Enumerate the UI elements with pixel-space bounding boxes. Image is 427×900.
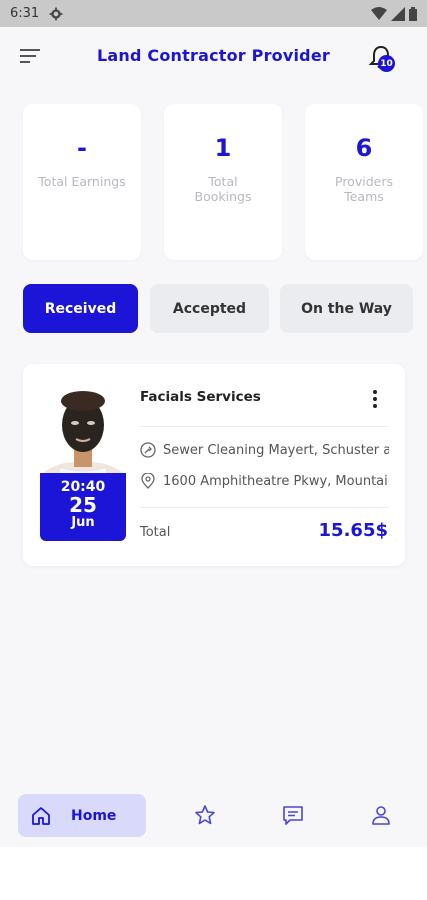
system-navigation-bar — [0, 847, 427, 900]
booking-month: Jun — [71, 515, 95, 530]
wrench-icon — [140, 442, 156, 458]
profile-user-icon[interactable] — [370, 804, 392, 826]
total-label: Total — [140, 525, 171, 540]
stat-label: Providers Teams — [335, 174, 393, 204]
tab-on-the-way[interactable]: On the Way — [280, 284, 413, 333]
favorites-star-icon[interactable] — [194, 804, 216, 826]
tab-accepted[interactable]: Accepted — [150, 284, 269, 333]
wifi-icon — [371, 6, 387, 20]
stat-label: Total Earnings — [38, 174, 126, 189]
service-category-text: Sewer Cleaning Mayert, Schuster and — [163, 442, 389, 458]
stat-card-earnings: - Total Earnings — [23, 104, 141, 260]
divider — [140, 507, 389, 508]
stat-value: 1 — [214, 134, 232, 162]
location-pin-icon — [141, 473, 155, 489]
stat-value: - — [77, 134, 87, 162]
total-value: 15.65$ — [318, 520, 388, 541]
status-icons — [371, 6, 417, 21]
stat-value: 6 — [355, 134, 373, 162]
booking-card[interactable]: 20:40 25 Jun Facials Services Sewer Clea… — [23, 364, 405, 566]
stat-card-teams: 6 Providers Teams — [305, 104, 423, 260]
booking-date-badge: 20:40 25 Jun — [40, 473, 126, 541]
chat-message-icon[interactable] — [282, 804, 304, 826]
bottom-navigation: Home — [0, 785, 427, 847]
booking-day: 25 — [69, 493, 97, 517]
battery-icon — [409, 6, 417, 21]
service-category-row: Sewer Cleaning Mayert, Schuster and — [140, 442, 389, 458]
settings-gear-icon — [49, 7, 63, 20]
address-row: 1600 Amphitheatre Pkwy, Mountain View — [140, 473, 389, 489]
notification-count-badge: 10 — [378, 55, 395, 72]
nav-home-button[interactable]: Home — [18, 794, 146, 837]
divider — [140, 426, 389, 427]
status-bar: 6:31 — [0, 0, 427, 27]
more-options-icon[interactable] — [369, 388, 381, 410]
stat-card-bookings: 1 Total Bookings — [164, 104, 282, 260]
tab-received[interactable]: Received — [23, 284, 138, 333]
app-bar: Land Contractor Provider — [0, 27, 427, 85]
cellular-signal-icon — [391, 6, 405, 21]
status-time: 6:31 — [10, 6, 40, 21]
home-icon — [32, 806, 50, 825]
nav-home-label: Home — [71, 807, 117, 824]
page-title: Land Contractor Provider — [97, 46, 330, 65]
address-text: 1600 Amphitheatre Pkwy, Mountain View — [163, 473, 389, 489]
service-title: Facials Services — [140, 389, 261, 405]
stat-label: Total Bookings — [194, 174, 252, 204]
